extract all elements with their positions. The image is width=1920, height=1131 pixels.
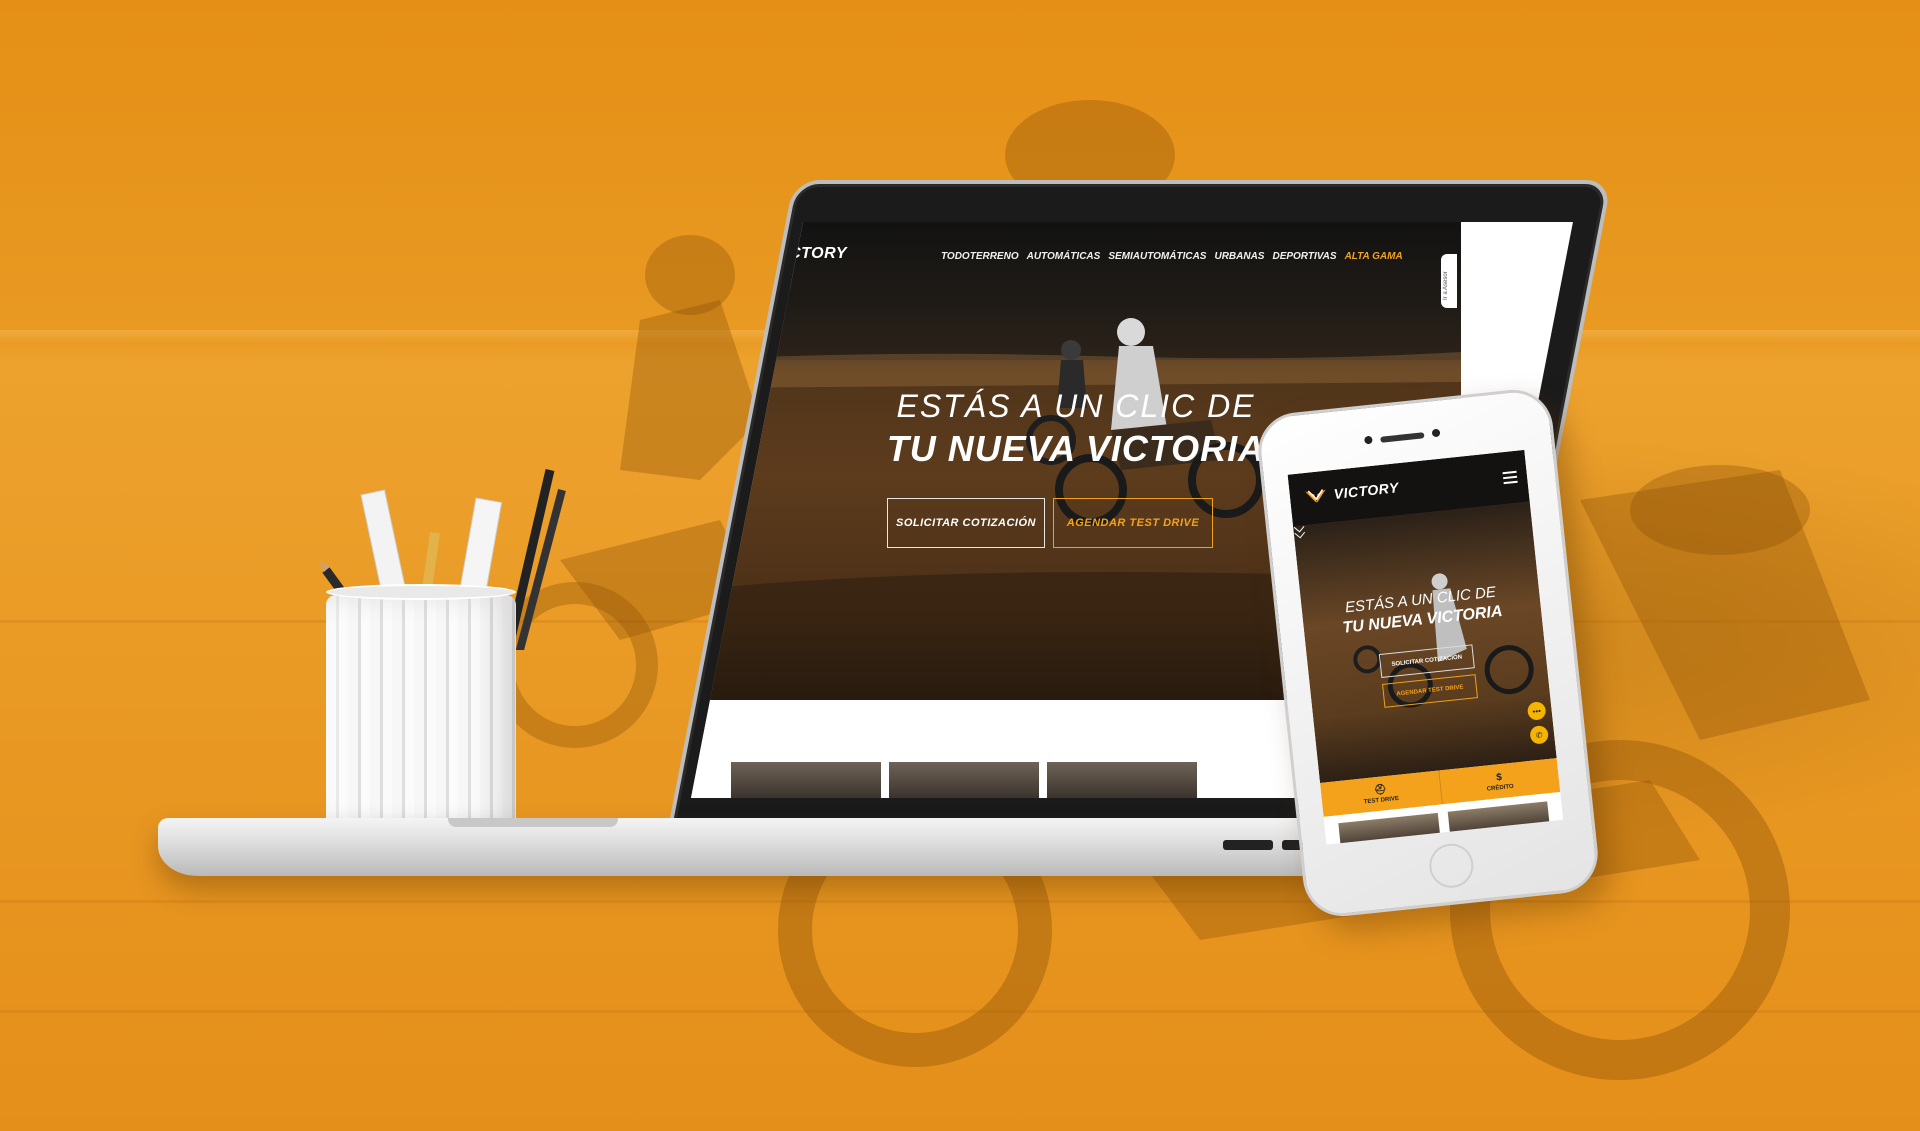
product-thumbnail[interactable]	[889, 762, 1039, 798]
mobile-logo-text: VICTORY	[1333, 479, 1400, 502]
tab-credito-label: CRÉDITO	[1486, 783, 1514, 793]
mobile-product-thumbnail[interactable]	[1447, 801, 1550, 834]
mobile-victory-logo[interactable]: VICTORY	[1303, 479, 1400, 505]
front-sensor	[1431, 428, 1441, 438]
winged-v-logo-icon	[1305, 489, 1326, 503]
cup-rim	[326, 584, 516, 600]
cup-body	[326, 595, 516, 835]
product-thumbnail[interactable]	[731, 762, 881, 798]
tab-test-drive-label: TEST DRIVE	[1363, 795, 1400, 806]
mobile-hero-photo	[1353, 573, 1534, 708]
pencil-cup	[320, 468, 566, 835]
earpiece-speaker	[1380, 432, 1425, 443]
nav-item-todoterreno[interactable]: TODOTERRENO	[941, 251, 1019, 262]
smartphone: VICTORY ESTÁS A UN CLIC DE TU NUEVA VICT…	[1254, 385, 1602, 921]
advisor-side-tab[interactable]: Ir a Asesor	[1441, 254, 1457, 308]
nav-item-urbanas[interactable]: URBANAS	[1214, 251, 1264, 262]
request-quote-button[interactable]: SOLICITAR COTIZACIÓN	[887, 498, 1045, 548]
laptop-base	[158, 818, 1378, 876]
laptop-opening-notch	[448, 818, 618, 827]
nav-item-alta-gama[interactable]: ALTA GAMA	[1345, 251, 1403, 262]
product-thumbnail[interactable]	[1047, 762, 1197, 798]
nav-item-semiautomaticas[interactable]: SEMIAUTOMÁTICAS	[1108, 251, 1206, 262]
mobile-website: VICTORY ESTÁS A UN CLIC DE TU NUEVA VICT…	[1287, 449, 1564, 845]
helmet-icon: ⛑	[1373, 783, 1388, 796]
mobile-hero: ESTÁS A UN CLIC DE TU NUEVA VICTORIA SOL…	[1293, 501, 1557, 784]
home-button	[1427, 841, 1476, 890]
desktop-nav-links: TODOTERRENO AUTOMÁTICAS SEMIAUTOMÁTICAS …	[941, 251, 1403, 262]
mobile-product-thumbnail[interactable]	[1338, 812, 1441, 845]
advisor-side-tab-label: Ir a Asesor	[1443, 271, 1449, 300]
money-icon: $	[1495, 771, 1503, 784]
nav-item-deportivas[interactable]: DEPORTIVAS	[1272, 251, 1336, 262]
front-camera	[1364, 435, 1373, 445]
schedule-test-drive-button[interactable]: AGENDAR TEST DRIVE	[1053, 498, 1213, 548]
nav-item-automaticas[interactable]: AUTOMÁTICAS	[1027, 251, 1101, 262]
laptop-port	[1223, 840, 1273, 850]
chevron-down-icon[interactable]	[1293, 525, 1306, 540]
hamburger-menu-icon[interactable]	[1502, 470, 1518, 485]
desktop-navbar: VICTORY TODOTERRENO AUTOMÁTICAS SEMIAUTO…	[691, 222, 1461, 291]
